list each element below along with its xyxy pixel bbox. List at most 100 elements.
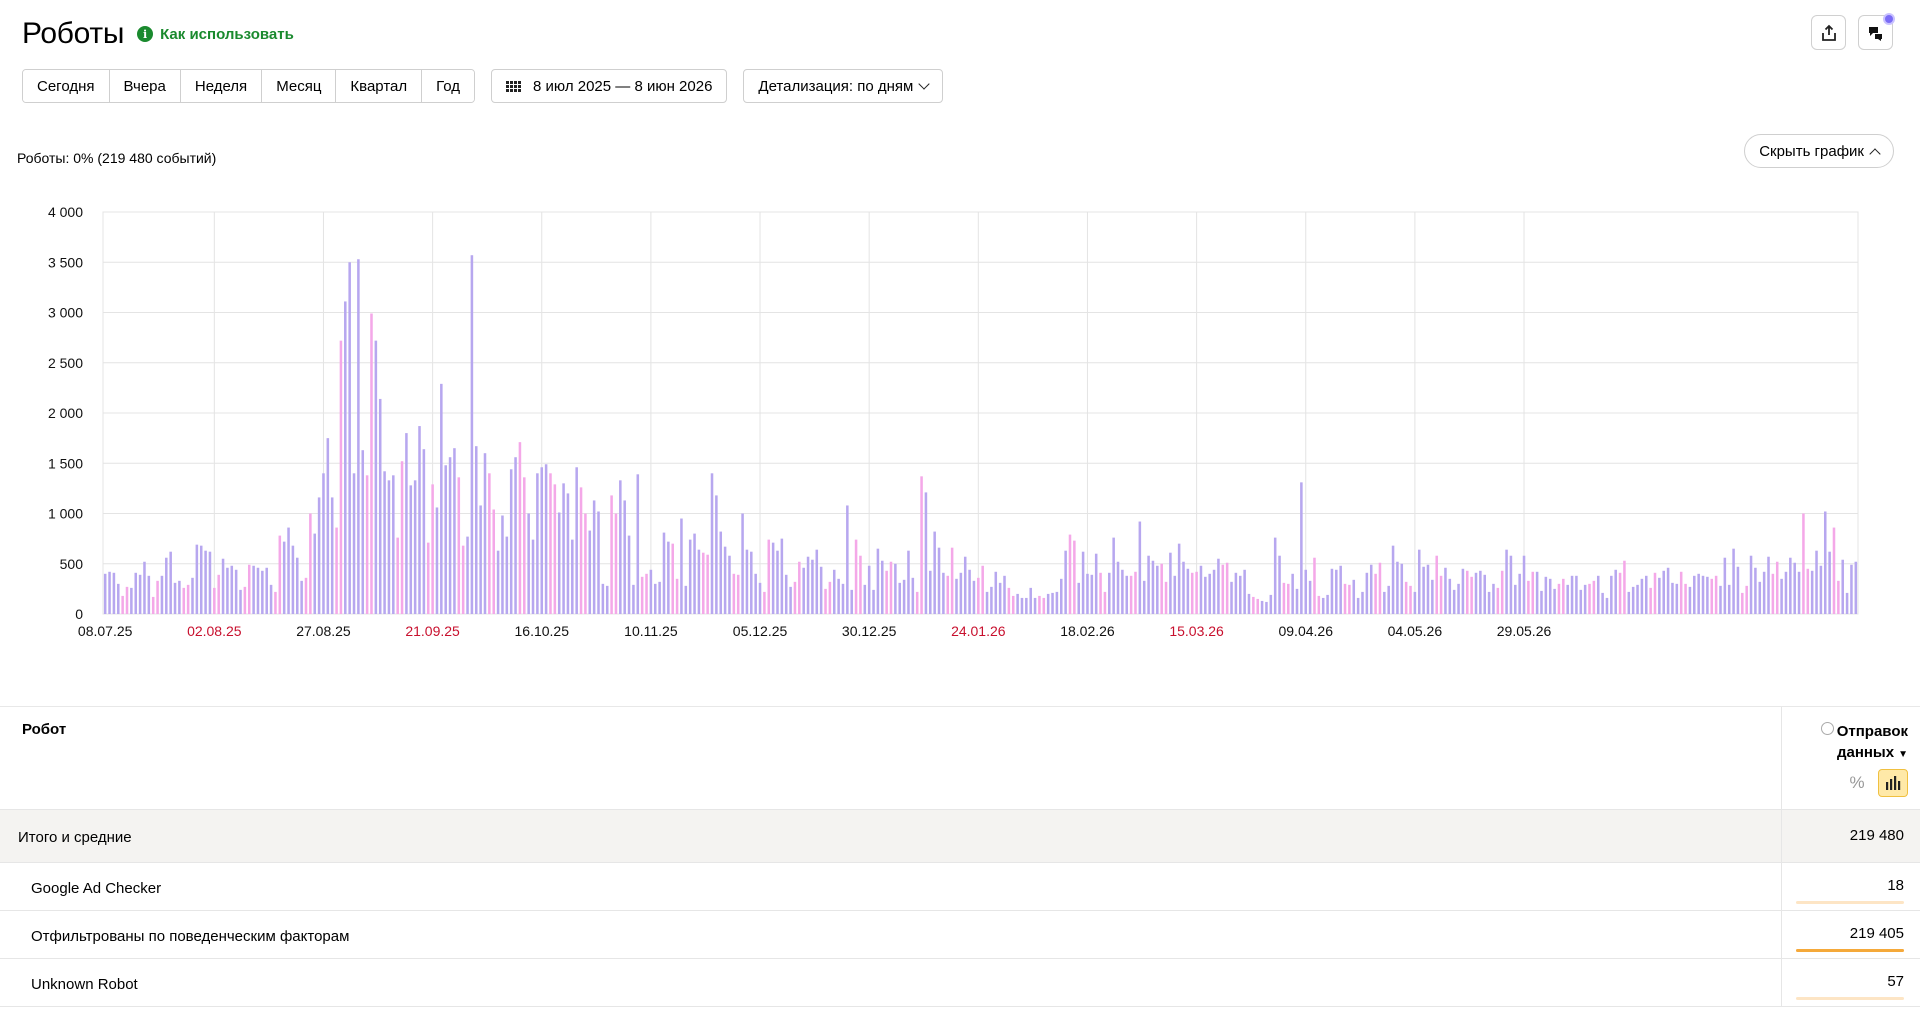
chart-bar[interactable]	[1033, 597, 1037, 614]
chart-bar[interactable]	[496, 550, 500, 614]
chart-bar[interactable]	[1658, 577, 1661, 614]
chart-bar[interactable]	[1317, 595, 1321, 614]
chart-bar[interactable]	[1474, 572, 1478, 614]
chart-bar[interactable]	[1496, 587, 1500, 614]
chart-bar[interactable]	[1138, 521, 1142, 614]
chart-bar[interactable]	[492, 509, 495, 614]
chart-bar[interactable]	[1675, 583, 1679, 614]
chart-bar[interactable]	[208, 551, 212, 614]
chart-bar[interactable]	[1483, 574, 1487, 614]
chart-bar[interactable]	[1321, 597, 1325, 614]
chart-bar[interactable]	[247, 564, 251, 614]
chart-bar[interactable]	[1073, 540, 1076, 614]
chart-bar[interactable]	[1697, 573, 1700, 614]
chart-bar[interactable]	[466, 536, 469, 614]
chart-bar[interactable]	[1051, 592, 1054, 614]
chart-bar[interactable]	[1300, 482, 1303, 614]
period-year[interactable]: Год	[422, 70, 475, 102]
chart-bar[interactable]	[182, 587, 186, 614]
chart-bar[interactable]	[1631, 586, 1635, 614]
date-range-picker[interactable]: 8 июл 2025 — 8 июн 2026	[491, 69, 728, 103]
chart-bar[interactable]	[112, 572, 116, 614]
chart-bar[interactable]	[1736, 566, 1740, 614]
chart-bar[interactable]	[300, 580, 303, 614]
chart-bar[interactable]	[544, 464, 548, 614]
chart-bar[interactable]	[400, 461, 404, 614]
chart-bar[interactable]	[1426, 564, 1430, 614]
chart-bar[interactable]	[1308, 580, 1312, 614]
chart-bar[interactable]	[710, 473, 714, 614]
chart-bar[interactable]	[1767, 556, 1770, 614]
chart-bar[interactable]	[1435, 555, 1438, 614]
chart-bar[interactable]	[924, 492, 928, 614]
chart-bar[interactable]	[1618, 572, 1622, 614]
chart-bar[interactable]	[1295, 588, 1299, 614]
chart-bar[interactable]	[1326, 594, 1329, 614]
chart-bar[interactable]	[156, 580, 159, 614]
chart-bar[interactable]	[1396, 561, 1399, 614]
chart-bar[interactable]	[1461, 568, 1465, 614]
chart-bar[interactable]	[977, 577, 980, 614]
chart-bar[interactable]	[1081, 551, 1085, 614]
chart-bar[interactable]	[1819, 565, 1823, 614]
chart-bar[interactable]	[1356, 597, 1360, 614]
chart-bar[interactable]	[134, 572, 138, 614]
chart-bar[interactable]	[1108, 572, 1111, 614]
chart-bar[interactable]	[1714, 575, 1718, 614]
chart-bar[interactable]	[1160, 563, 1163, 614]
notifications-button[interactable]	[1858, 13, 1895, 50]
chart-bar[interactable]	[1348, 584, 1351, 614]
chart-bar[interactable]	[226, 567, 229, 614]
chart-bar[interactable]	[1854, 561, 1858, 614]
chart-bar[interactable]	[1789, 557, 1792, 614]
chart-bar[interactable]	[793, 581, 797, 614]
chart-bar[interactable]	[317, 497, 321, 614]
chart-bar[interactable]	[1688, 586, 1692, 614]
chart-bar[interactable]	[854, 539, 858, 614]
chart-bar[interactable]	[1492, 583, 1495, 614]
chart-bar[interactable]	[1029, 587, 1032, 614]
chart-bar[interactable]	[1701, 575, 1705, 614]
chart-bar[interactable]	[488, 473, 491, 614]
chart-bar[interactable]	[702, 552, 705, 614]
chart-bar[interactable]	[1806, 568, 1810, 614]
chart-bar[interactable]	[1212, 569, 1216, 614]
chart-bar[interactable]	[911, 577, 915, 614]
chart-bar[interactable]	[1269, 594, 1273, 614]
chart-bar[interactable]	[125, 586, 129, 614]
chart-bar[interactable]	[784, 574, 788, 614]
chart-bar[interactable]	[1505, 549, 1508, 614]
chart-bar[interactable]	[994, 571, 998, 614]
chart-bar[interactable]	[1514, 584, 1517, 614]
chart-bar[interactable]	[597, 511, 600, 614]
chart-bar[interactable]	[1378, 562, 1382, 614]
chart-bar[interactable]	[867, 565, 871, 614]
chart-bar[interactable]	[920, 476, 923, 614]
chart-bar[interactable]	[1754, 567, 1757, 614]
chart-bar[interactable]	[1623, 560, 1626, 614]
chart-bar[interactable]	[339, 340, 343, 614]
chart-bar[interactable]	[1199, 565, 1203, 614]
chart-bar[interactable]	[1007, 587, 1011, 614]
chart-bar[interactable]	[1238, 575, 1242, 614]
chart-bar[interactable]	[575, 467, 578, 614]
chart-bar[interactable]	[946, 575, 950, 614]
chart-bar[interactable]	[1243, 569, 1246, 614]
chart-bar[interactable]	[571, 539, 574, 614]
chart-bar[interactable]	[531, 539, 535, 614]
chart-bar[interactable]	[645, 573, 648, 614]
chart-bar[interactable]	[745, 549, 749, 614]
chart-bar[interactable]	[863, 584, 867, 614]
chart-bar[interactable]	[776, 550, 779, 614]
chart-bar[interactable]	[278, 535, 282, 614]
chart-bar[interactable]	[1544, 576, 1548, 614]
chart-bar[interactable]	[902, 579, 906, 614]
chart-bar[interactable]	[396, 537, 399, 614]
chart-bar[interactable]	[1195, 571, 1198, 614]
chart-bar[interactable]	[1732, 548, 1735, 614]
chart-bar[interactable]	[1719, 585, 1722, 614]
chart-bar[interactable]	[313, 533, 317, 614]
chart-bar[interactable]	[1129, 575, 1133, 614]
chart-bar[interactable]	[837, 578, 840, 614]
chart-bar[interactable]	[1797, 571, 1801, 614]
